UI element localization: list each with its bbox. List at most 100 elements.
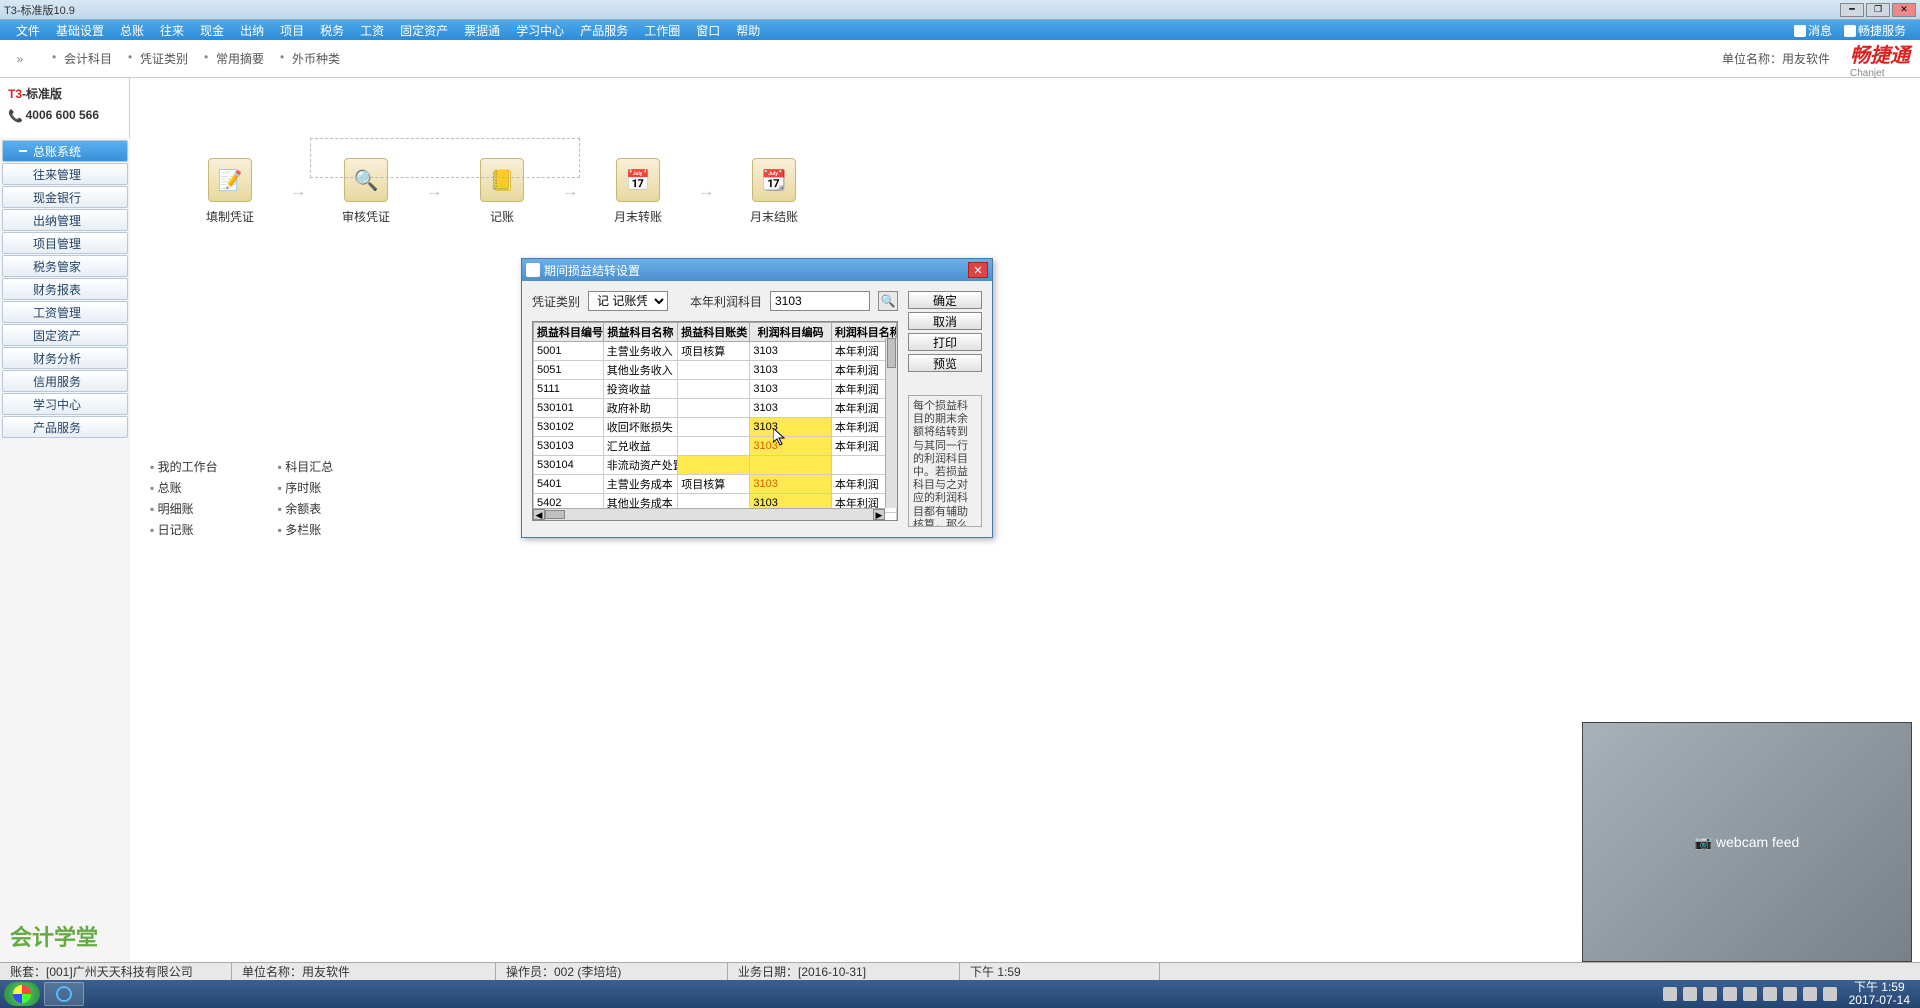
ql-summary[interactable]: 科目汇总: [278, 458, 334, 475]
ql-balance[interactable]: 余额表: [278, 500, 334, 517]
voucher-type-select[interactable]: 记 记账凭证: [588, 291, 668, 311]
tray-icon[interactable]: [1783, 987, 1797, 1001]
cell-code[interactable]: 530102: [534, 418, 604, 437]
ql-journal[interactable]: 日记账: [150, 521, 218, 538]
cell-type[interactable]: [678, 399, 750, 418]
cell-type[interactable]: [678, 380, 750, 399]
menu-basic-settings[interactable]: 基础设置: [48, 22, 112, 39]
menu-salary[interactable]: 工资: [352, 22, 392, 39]
table-row[interactable]: 530101政府补助3103本年利润: [534, 399, 897, 418]
table-row[interactable]: 5401主营业务成本项目核算3103本年利润: [534, 475, 897, 494]
tool-voucher-types[interactable]: 凭证类别: [126, 50, 202, 67]
service-link[interactable]: 畅捷服务: [1838, 22, 1912, 39]
table-row[interactable]: 5051其他业务收入3103本年利润: [534, 361, 897, 380]
cell-type[interactable]: [678, 437, 750, 456]
sidebar-item-1[interactable]: 往来管理: [2, 163, 128, 185]
menu-products[interactable]: 产品服务: [572, 22, 636, 39]
start-button[interactable]: [4, 982, 40, 1006]
cancel-button[interactable]: 取消: [908, 312, 982, 330]
vertical-scrollbar[interactable]: [885, 338, 897, 508]
cell-type[interactable]: [678, 361, 750, 380]
cell-name[interactable]: 主营业务成本: [603, 475, 677, 494]
tray-icon[interactable]: [1723, 987, 1737, 1001]
cell-name[interactable]: 政府补助: [603, 399, 677, 418]
sidebar-item-4[interactable]: 项目管理: [2, 232, 128, 254]
scroll-thumb[interactable]: [887, 338, 896, 368]
cell-code[interactable]: 530103: [534, 437, 604, 456]
tool-accounts[interactable]: 会计科目: [50, 50, 126, 67]
tool-summaries[interactable]: 常用摘要: [202, 50, 278, 67]
print-button[interactable]: 打印: [908, 333, 982, 351]
table-row[interactable]: 530104非流动资产处置: [534, 456, 897, 475]
menu-tax[interactable]: 税务: [312, 22, 352, 39]
ok-button[interactable]: 确定: [908, 291, 982, 309]
flow-month-transfer[interactable]: 📅月末转账: [598, 158, 678, 225]
menu-cashier[interactable]: 出纳: [232, 22, 272, 39]
cell-name[interactable]: 非流动资产处置: [603, 456, 677, 475]
menu-learning[interactable]: 学习中心: [508, 22, 572, 39]
cell-pcode[interactable]: 3103: [750, 342, 831, 361]
tray-icon[interactable]: [1703, 987, 1717, 1001]
cell-name[interactable]: 主营业务收入: [603, 342, 677, 361]
cell-name[interactable]: 汇兑收益: [603, 437, 677, 456]
ql-workbench[interactable]: 我的工作台: [150, 458, 218, 475]
cell-type[interactable]: [678, 418, 750, 437]
cell-code[interactable]: 5111: [534, 380, 604, 399]
menu-file[interactable]: 文件: [8, 22, 48, 39]
cell-code[interactable]: 530104: [534, 456, 604, 475]
tray-icon[interactable]: [1823, 987, 1837, 1001]
cell-name[interactable]: 其他业务收入: [603, 361, 677, 380]
cell-pcode[interactable]: 3103: [750, 475, 831, 494]
sidebar-item-11[interactable]: 学习中心: [2, 393, 128, 415]
sidebar-item-12[interactable]: 产品服务: [2, 416, 128, 438]
table-row[interactable]: 530103汇兑收益3103本年利润: [534, 437, 897, 456]
cell-name[interactable]: 投资收益: [603, 380, 677, 399]
th-profit-code[interactable]: 利润科目编码: [750, 323, 831, 342]
flow-month-close[interactable]: 📆月末结账: [734, 158, 814, 225]
ql-ledger[interactable]: 总账: [150, 479, 218, 496]
horizontal-scrollbar[interactable]: ◀ ▶: [533, 508, 885, 520]
preview-button[interactable]: 预览: [908, 354, 982, 372]
cell-pcode[interactable]: 3103: [750, 418, 831, 437]
menu-workspace[interactable]: 工作圈: [636, 22, 688, 39]
cell-code[interactable]: 5401: [534, 475, 604, 494]
sidebar-item-9[interactable]: 财务分析: [2, 347, 128, 369]
sidebar-item-5[interactable]: 税务管家: [2, 255, 128, 277]
menu-project[interactable]: 项目: [272, 22, 312, 39]
tray-icon[interactable]: [1663, 987, 1677, 1001]
sidebar-item-7[interactable]: 工资管理: [2, 301, 128, 323]
menu-general-ledger[interactable]: 总账: [112, 22, 152, 39]
taskbar-ie-button[interactable]: [44, 982, 84, 1006]
taskbar-clock[interactable]: 下午 1:59 2017-07-14: [1843, 981, 1916, 1007]
cell-code[interactable]: 5051: [534, 361, 604, 380]
th-loss-code[interactable]: 损益科目编号: [534, 323, 604, 342]
menu-help[interactable]: 帮助: [728, 22, 768, 39]
cell-type[interactable]: [678, 456, 750, 475]
th-loss-name[interactable]: 损益科目名称: [603, 323, 677, 342]
table-row[interactable]: 5111投资收益3103本年利润: [534, 380, 897, 399]
ql-detail[interactable]: 明细账: [150, 500, 218, 517]
table-row[interactable]: 530102收回坏账损失3103本年利润: [534, 418, 897, 437]
dialog-titlebar[interactable]: 期间损益结转设置 ✕: [522, 259, 992, 281]
table-row[interactable]: 5001主营业务收入项目核算3103本年利润: [534, 342, 897, 361]
th-loss-type[interactable]: 损益科目账类: [678, 323, 750, 342]
menu-window[interactable]: 窗口: [688, 22, 728, 39]
menu-receivable[interactable]: 往来: [152, 22, 192, 39]
flow-create-voucher[interactable]: 📝填制凭证: [190, 158, 270, 225]
menu-bills[interactable]: 票据通: [456, 22, 508, 39]
scroll-thumb[interactable]: [545, 510, 565, 519]
tray-icon[interactable]: [1803, 987, 1817, 1001]
tray-icon[interactable]: [1763, 987, 1777, 1001]
cell-code[interactable]: 530101: [534, 399, 604, 418]
tray-icon[interactable]: [1683, 987, 1697, 1001]
cell-pcode[interactable]: 3103: [750, 361, 831, 380]
ql-chrono[interactable]: 序时账: [278, 479, 334, 496]
toolbar-expand-icon[interactable]: »: [10, 49, 30, 69]
sidebar-item-10[interactable]: 信用服务: [2, 370, 128, 392]
dialog-close-button[interactable]: ✕: [968, 262, 988, 278]
scroll-left-button[interactable]: ◀: [533, 509, 545, 520]
sidebar-item-2[interactable]: 现金银行: [2, 186, 128, 208]
cell-pcode[interactable]: 3103: [750, 437, 831, 456]
menu-cash[interactable]: 现金: [192, 22, 232, 39]
messages-link[interactable]: 消息: [1788, 22, 1838, 39]
